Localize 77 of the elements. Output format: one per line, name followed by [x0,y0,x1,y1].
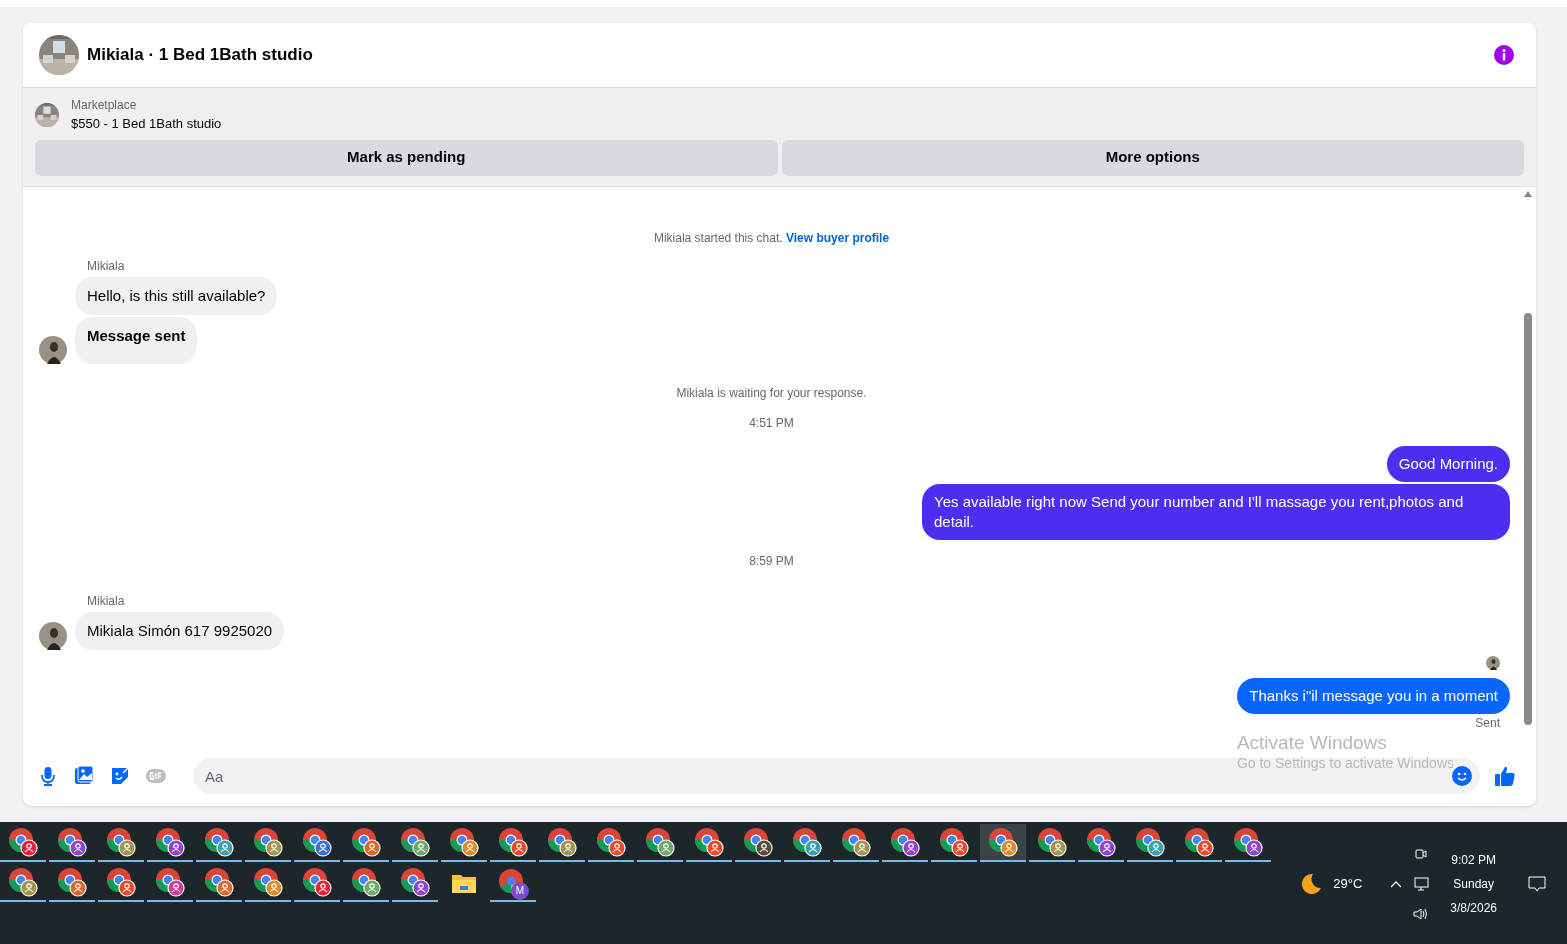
browser-icon [155,867,185,897]
avatar-icon [39,622,67,650]
browser-icon [400,827,430,857]
action-button[interactable]: Mark as pending [35,139,778,176]
browser-icon [988,827,1018,857]
browser-icon [841,827,871,857]
browser-icon [596,827,626,857]
browser-icon [1184,827,1214,857]
clock-day[interactable]: Sunday [1453,875,1494,893]
emoji-icon[interactable] [1452,766,1472,786]
browser-icon [1086,827,1116,857]
browser-icon [890,827,920,857]
browser-icon [302,827,332,857]
browser-icon [547,827,577,857]
browser-icon [204,867,234,897]
listing-label: Marketplace [71,97,138,114]
browser-icon [1037,827,1067,857]
photo-icon[interactable] [73,765,95,787]
browser-icon [400,867,430,897]
scroll-up-icon[interactable] [1524,190,1532,197]
browser-icon [253,827,283,857]
browser-icon [792,827,822,857]
listing-title: $550 - 1 Bed 1Bath studio [71,115,222,133]
moon-icon [1299,872,1324,896]
browser-icon [351,827,381,857]
clock-time[interactable]: 9:02 PM [1451,851,1496,869]
browser-icon [253,867,283,897]
buyer-profile-link[interactable]: View buyer profile [785,230,890,245]
browser-icon [1135,827,1165,857]
browser-icon [449,827,479,857]
avatar-icon [39,335,67,364]
avatar-icon [1486,656,1500,670]
activation-title: Activate Windows [1236,732,1388,754]
browser-icon [302,867,332,897]
timestamp: 4:51 PM [749,414,794,432]
browser-icon [645,827,675,857]
chevron-up-icon[interactable] [1390,880,1403,888]
browser-icon [498,827,528,857]
monitor-icon[interactable] [1412,876,1431,892]
sticker-icon[interactable] [109,765,131,787]
browser-icon [57,867,87,897]
clock-date[interactable]: 3/8/2026 [1450,899,1497,917]
message-bubble: Mikiala Simón 617 9925020 [75,611,285,650]
message-bubble: Hello, is this still available? [75,276,278,315]
browser-icon [743,827,773,857]
message-bubble: Thanks i"il message you in a moment [1237,678,1510,714]
profile-letter: M [511,882,529,900]
chat-notice: Mikiala is waiting for your response. [676,384,867,402]
browser-icon [204,827,234,857]
browser-icon [155,827,185,857]
browser-icon [351,867,381,897]
camera-icon[interactable] [1413,846,1430,862]
timestamp: 8:59 PM [749,552,794,570]
chat-notice: Mikiala started this chat. View buyer profile [653,229,890,247]
taskbar-app[interactable]: M [490,864,536,902]
browser-icon [939,827,969,857]
browser-icon [57,827,87,857]
taskbar-app[interactable] [980,824,1026,862]
folder-icon [451,872,477,894]
browser-icon [8,867,38,897]
notification-icon[interactable] [1527,875,1547,893]
message-bubble: Message sent [75,317,198,364]
delivery-status: Sent [1475,715,1500,732]
info-icon[interactable] [1494,45,1514,65]
sender-name: Mikiala [87,592,125,610]
browser-icon [8,827,38,857]
weather-text: 29°C [1333,875,1363,894]
message-bubble: Good Morning. [1386,445,1510,482]
message-bubble: Yes available right now Send your number and I'll massage you rent,photos and detail. [922,483,1510,540]
browser-icon [694,827,724,857]
action-button[interactable]: More options [781,139,1524,176]
sender-name: Mikiala [87,257,125,275]
browser-icon [106,867,136,897]
browser-icon [106,827,136,857]
browser-icon [1233,827,1263,857]
conversation-title: Mikiala · 1 Bed 1Bath studio [87,44,313,67]
thumbs-up-icon[interactable] [1494,765,1516,787]
